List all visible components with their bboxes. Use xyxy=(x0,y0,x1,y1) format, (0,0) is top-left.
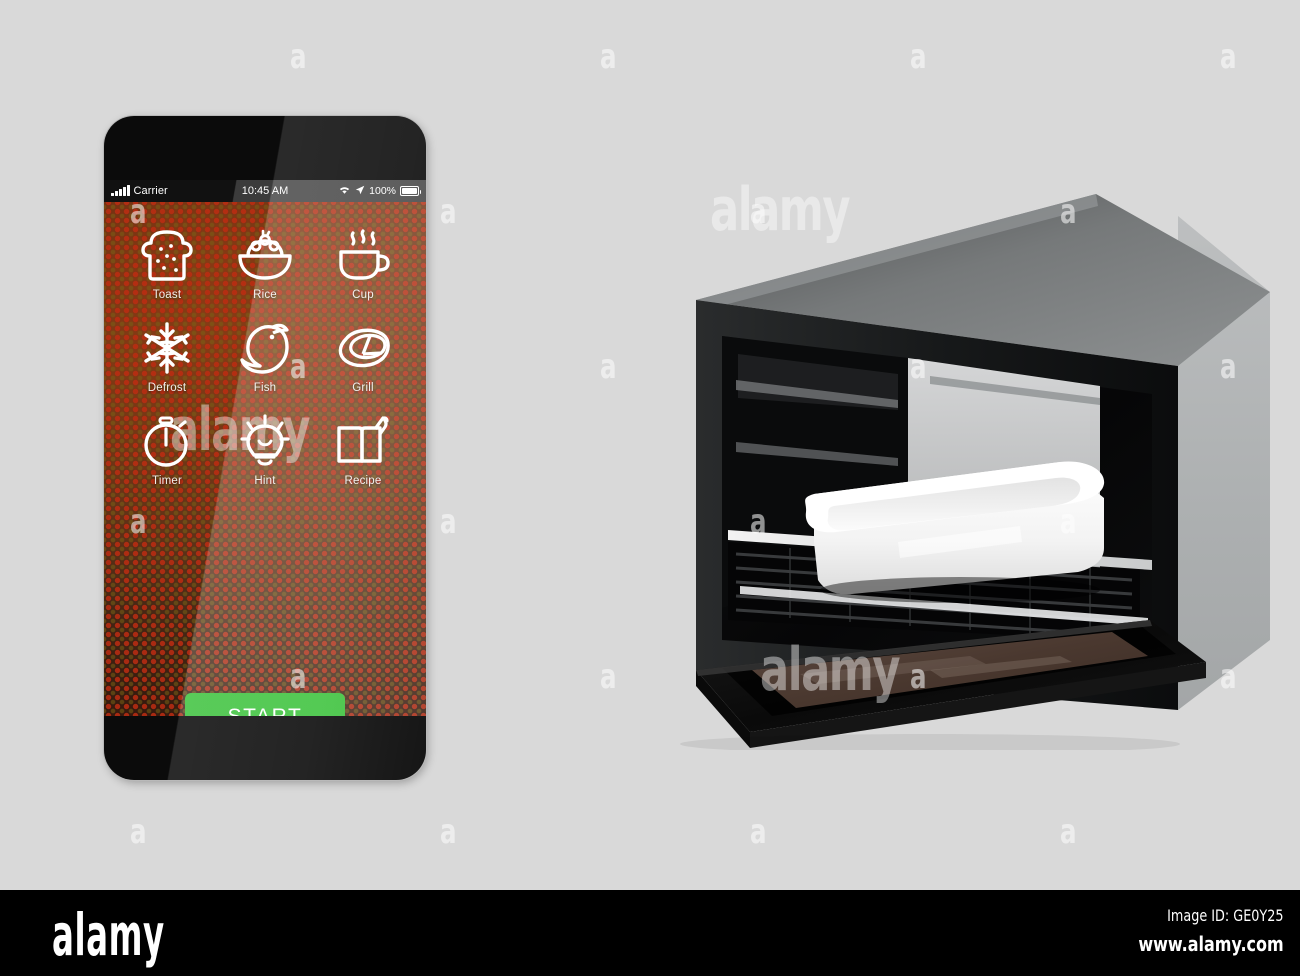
alamy-logo: alamy xyxy=(52,901,165,969)
stock-watermark: a xyxy=(750,812,767,852)
phone-screen: Carrier 10:45 AM 100% Toast Rice Cup Def… xyxy=(104,180,426,716)
status-bar: Carrier 10:45 AM 100% xyxy=(104,180,426,202)
menu-label: Hint xyxy=(254,475,276,487)
lightbulb-icon xyxy=(232,410,298,472)
menu-label: Cup xyxy=(352,289,374,301)
menu-item-grill[interactable]: Grill xyxy=(314,317,412,394)
menu-label: Timer xyxy=(152,475,182,487)
smartphone-device: Carrier 10:45 AM 100% Toast Rice Cup Def… xyxy=(104,116,426,780)
oven-illustration xyxy=(680,194,1270,750)
battery-percent-label: 100% xyxy=(369,185,396,197)
menu-item-timer[interactable]: Timer xyxy=(118,410,216,487)
stock-watermark: a xyxy=(440,502,457,542)
stock-watermark: a xyxy=(600,37,617,77)
menu-item-recipe[interactable]: Recipe xyxy=(314,410,412,487)
menu-item-defrost[interactable]: Defrost xyxy=(118,317,216,394)
stock-watermark: a xyxy=(440,192,457,232)
wifi-icon xyxy=(338,185,351,198)
stopwatch-icon xyxy=(134,410,200,472)
battery-full-icon xyxy=(400,186,421,196)
cooking-mode-grid: Toast Rice Cup Defrost Fish Grill Timer … xyxy=(104,202,426,487)
fish-icon xyxy=(232,317,298,379)
hot-cup-icon xyxy=(330,224,396,286)
menu-label: Rice xyxy=(253,289,277,301)
stock-watermark: a xyxy=(130,812,147,852)
image-id-label: Image ID: GE0Y25 xyxy=(1167,906,1284,925)
open-book-icon xyxy=(330,410,396,472)
menu-item-toast[interactable]: Toast xyxy=(118,224,216,301)
menu-label: Toast xyxy=(152,289,182,301)
menu-label: Defrost xyxy=(147,382,187,394)
menu-item-hint[interactable]: Hint xyxy=(216,410,314,487)
stock-watermark: a xyxy=(440,812,457,852)
photo-canvas: Carrier 10:45 AM 100% Toast Rice Cup Def… xyxy=(0,0,1300,890)
start-button[interactable]: START xyxy=(185,693,345,716)
microwave-oven xyxy=(500,150,1270,750)
menu-item-cup[interactable]: Cup xyxy=(314,224,412,301)
menu-item-rice[interactable]: Rice xyxy=(216,224,314,301)
carrier-label: Carrier xyxy=(133,185,168,197)
stock-watermark: a xyxy=(910,37,927,77)
location-arrow-icon xyxy=(355,185,365,198)
stock-watermark: a xyxy=(1220,37,1237,77)
signal-bars-icon xyxy=(111,185,130,196)
toast-bread-icon xyxy=(134,224,200,286)
alamy-footer-bar: alamy Image ID: GE0Y25 www.alamy.com xyxy=(0,890,1300,976)
menu-label: Fish xyxy=(253,382,277,394)
steak-meat-icon xyxy=(330,317,396,379)
rice-bowl-icon xyxy=(232,224,298,286)
stock-watermark: a xyxy=(1060,812,1077,852)
website-label: www.alamy.com xyxy=(1138,932,1284,956)
menu-item-fish[interactable]: Fish xyxy=(216,317,314,394)
snowflake-icon xyxy=(134,317,200,379)
menu-label: Recipe xyxy=(344,475,382,487)
menu-label: Grill xyxy=(352,382,374,394)
stock-watermark: a xyxy=(290,37,307,77)
